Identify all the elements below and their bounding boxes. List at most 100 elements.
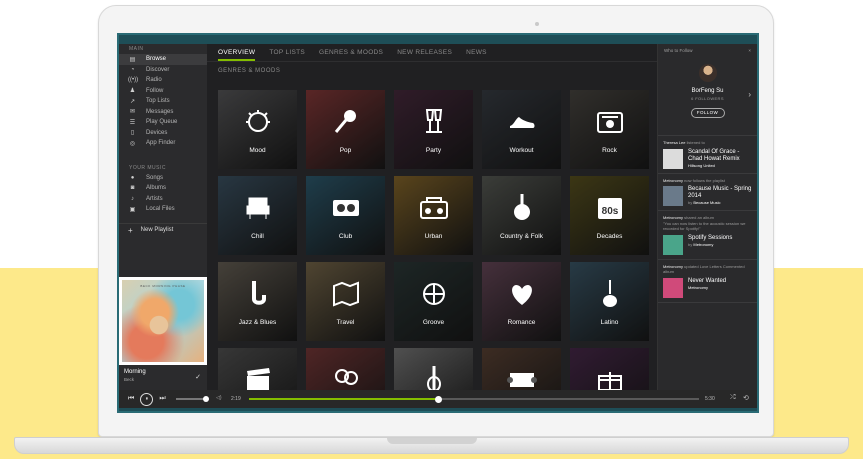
genre-tile-urban[interactable]: Urban bbox=[394, 176, 473, 255]
previous-icon[interactable]: ⏮ bbox=[128, 395, 134, 403]
genre-tile-romance[interactable]: Romance bbox=[482, 262, 561, 341]
tab-new-releases[interactable]: NEW RELEASES bbox=[397, 44, 452, 62]
sidebar-item-label: Browse bbox=[146, 56, 167, 63]
feed-by-name[interactable]: Hillsong United bbox=[688, 163, 715, 168]
sidebar-item-browse[interactable]: ▤ Browse bbox=[119, 54, 207, 65]
avatar[interactable] bbox=[698, 64, 717, 82]
sidebar-item-local-files[interactable]: ▣ Local Files bbox=[119, 204, 207, 215]
album-cover-caption: BECK MORNING PHASE bbox=[140, 284, 186, 288]
genre-tile-rock[interactable]: Rock bbox=[570, 90, 649, 169]
feed-byline: Metronomy bbox=[688, 285, 726, 290]
tile-label: Groove bbox=[422, 319, 445, 326]
album-art[interactable]: BECK MORNING PHASE bbox=[119, 277, 207, 365]
play-queue-icon: ☰ bbox=[129, 119, 136, 126]
feed-action: listened to bbox=[686, 140, 705, 145]
saved-check-icon[interactable]: ✓ bbox=[195, 373, 201, 381]
sidebar-item-top-lists[interactable]: ↗ Top Lists bbox=[119, 96, 207, 107]
genre-tile[interactable] bbox=[218, 348, 297, 390]
now-playing-artist[interactable]: Beck bbox=[124, 377, 202, 382]
genre-tile-latino[interactable]: Latino bbox=[570, 262, 649, 341]
sidebar-item-messages[interactable]: ✉ Messages bbox=[119, 107, 207, 118]
follow-button[interactable]: FOLLOW bbox=[690, 108, 725, 118]
sidebar-item-play-queue[interactable]: ☰ Play Queue bbox=[119, 117, 207, 128]
genre-tile-decades[interactable]: 80s Decades bbox=[570, 176, 649, 255]
genre-tile-party[interactable]: Party bbox=[394, 90, 473, 169]
feed-title[interactable]: Spotify Sessions bbox=[688, 235, 732, 242]
calendar-80s-icon: 80s bbox=[570, 190, 649, 226]
tab-top-lists[interactable]: TOP LISTS bbox=[269, 44, 305, 62]
feed-user[interactable]: Metronomy bbox=[663, 178, 683, 183]
player-bar: ⏮ ⏸ ⏭ ◁) 2:19 5:30 ⤮ ⟲ bbox=[119, 390, 757, 408]
feed-content[interactable]: Never Wanted Metronomy bbox=[663, 277, 752, 298]
top-lists-icon: ↗ bbox=[129, 98, 136, 105]
feed-thumbnail[interactable] bbox=[663, 234, 683, 255]
window-titlebar bbox=[119, 35, 757, 44]
genre-tile-mood[interactable]: Mood bbox=[218, 90, 297, 169]
next-icon[interactable]: ⏭ bbox=[159, 395, 165, 403]
shuffle-icon[interactable]: ⤮ bbox=[730, 394, 736, 402]
sidebar-item-app-finder[interactable]: ◎ App Finder bbox=[119, 138, 207, 149]
tile-label: Travel bbox=[336, 319, 355, 326]
progress-bar[interactable] bbox=[249, 398, 699, 400]
genre-tile-groove[interactable]: Groove bbox=[394, 262, 473, 341]
guitar-icon bbox=[570, 276, 649, 312]
genre-tile-pop[interactable]: Pop bbox=[306, 90, 385, 169]
volume-icon[interactable]: ◁) bbox=[216, 395, 222, 401]
genre-tile[interactable] bbox=[394, 348, 473, 390]
turntable-icon bbox=[306, 190, 385, 226]
tab-news[interactable]: NEWS bbox=[466, 44, 487, 62]
sidebar-item-artists[interactable]: ♪ Artists bbox=[119, 194, 207, 205]
feed-thumbnail[interactable] bbox=[663, 148, 683, 169]
feed-title[interactable]: Because Music - Spring 2014 bbox=[688, 186, 752, 200]
volume-slider[interactable] bbox=[176, 398, 206, 400]
feed-title[interactable]: Scandal Of Grace - Chad Howat Remix bbox=[688, 149, 752, 163]
sidebar-item-songs[interactable]: ● Songs bbox=[119, 173, 207, 184]
feed-meta: Metronomy updated Love Letters Commented… bbox=[663, 264, 752, 275]
tile-label: Mood bbox=[249, 147, 266, 154]
genre-tile-country-folk[interactable]: Country & Folk bbox=[482, 176, 561, 255]
feed-user[interactable]: Metronomy bbox=[663, 215, 683, 220]
pause-button[interactable]: ⏸ bbox=[140, 392, 154, 406]
tab-genres-moods[interactable]: GENRES & MOODS bbox=[319, 44, 383, 62]
sidebar-item-follow[interactable]: ♟ Follow bbox=[119, 86, 207, 97]
sidebar-item-radio[interactable]: ((•)) Radio bbox=[119, 75, 207, 86]
sidebar-item-devices[interactable]: ▯ Devices bbox=[119, 128, 207, 139]
close-icon[interactable]: × bbox=[748, 48, 751, 53]
genre-tile[interactable] bbox=[482, 348, 561, 390]
feed-by-name[interactable]: Metronomy bbox=[688, 285, 708, 290]
feed-by-name[interactable]: Metronomy bbox=[693, 242, 713, 247]
local-files-icon: ▣ bbox=[129, 206, 136, 213]
volume-knob[interactable] bbox=[203, 396, 209, 402]
genre-tile[interactable] bbox=[306, 348, 385, 390]
feed-content[interactable]: Because Music - Spring 2014 by Because Mu… bbox=[663, 186, 752, 206]
genre-tile[interactable] bbox=[570, 348, 649, 390]
tab-overview[interactable]: OVERVIEW bbox=[218, 44, 256, 62]
chevron-right-icon[interactable]: › bbox=[748, 90, 751, 99]
progress-knob[interactable] bbox=[434, 395, 442, 403]
feed-meta: Metronomy shared an album "You can now li… bbox=[663, 215, 752, 232]
sidebar-item-discover[interactable]: ◔ Discover bbox=[119, 65, 207, 76]
feed-thumbnail[interactable] bbox=[663, 186, 683, 206]
sneaker-icon bbox=[482, 104, 561, 140]
feed-user[interactable]: Theresa Lee bbox=[663, 140, 685, 145]
now-playing-track[interactable]: Morning bbox=[124, 369, 202, 375]
sidebar-item-albums[interactable]: ◙ Albums bbox=[119, 183, 207, 194]
feed-title[interactable]: Never Wanted bbox=[688, 278, 726, 285]
feed-thumbnail[interactable] bbox=[663, 277, 683, 298]
feed-meta: Metronomy now follows the playlist bbox=[663, 178, 752, 184]
genre-tile-club[interactable]: Club bbox=[306, 176, 385, 255]
tile-label: Romance bbox=[507, 319, 536, 326]
feed-content[interactable]: Scandal Of Grace - Chad Howat Remix Hills… bbox=[663, 148, 752, 169]
feed-by-name[interactable]: Because Music bbox=[693, 200, 720, 205]
right-panel: Who to Follow × BorFeng Su 6 FOLLOWERS F… bbox=[657, 44, 757, 390]
feed-byline: by Because Music bbox=[688, 200, 752, 205]
repeat-icon[interactable]: ⟲ bbox=[743, 394, 749, 402]
feed-user[interactable]: Metronomy bbox=[663, 264, 683, 269]
genre-tile-jazz-blues[interactable]: Jazz & Blues bbox=[218, 262, 297, 341]
new-playlist-button[interactable]: + New Playlist bbox=[119, 222, 207, 237]
genre-tile-chill[interactable]: Chill bbox=[218, 176, 297, 255]
feed-content[interactable]: Spotify Sessions by Metronomy bbox=[663, 234, 752, 255]
genre-tile-workout[interactable]: Workout bbox=[482, 90, 561, 169]
genre-tile-travel[interactable]: Travel bbox=[306, 262, 385, 341]
suggested-user-name[interactable]: BorFeng Su bbox=[658, 88, 757, 94]
